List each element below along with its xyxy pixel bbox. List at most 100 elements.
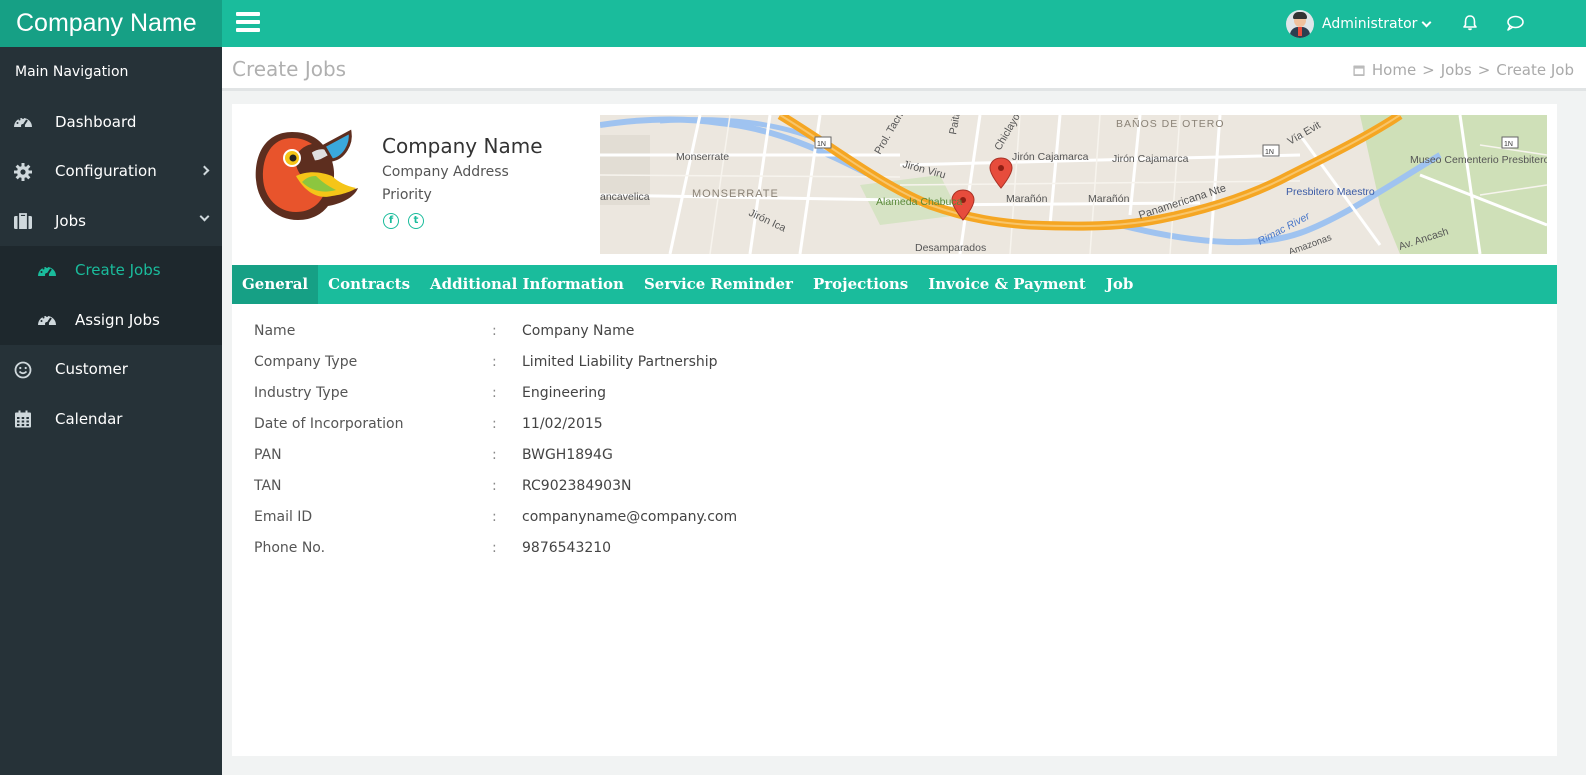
menu-toggle-icon[interactable]: [236, 12, 260, 34]
detail-value: 11/02/2015: [522, 416, 603, 432]
page-title: Create Jobs: [232, 57, 347, 81]
tab-job[interactable]: Job: [1096, 265, 1144, 304]
detail-value: Company Name: [522, 323, 635, 339]
detail-row: PAN : BWGH1894G: [254, 447, 1154, 478]
detail-separator: :: [492, 354, 497, 370]
detail-value: BWGH1894G: [522, 447, 613, 463]
detail-value: 9876543210: [522, 540, 612, 556]
breadcrumb-current: Create Job: [1496, 61, 1574, 79]
breadcrumb: Home > Jobs > Create Job: [1352, 61, 1574, 79]
sidebar-item-label: Create Jobs: [75, 261, 161, 280]
tab-contracts[interactable]: Contracts: [318, 265, 420, 304]
sidebar-item-customer[interactable]: Customer: [0, 345, 222, 395]
user-menu[interactable]: Administrator: [1286, 8, 1432, 40]
tab-additional-information[interactable]: Additional Information: [420, 265, 634, 304]
detail-row: Phone No. : 9876543210: [254, 540, 1154, 571]
user-name: Administrator: [1322, 16, 1418, 32]
brand-logo-text[interactable]: Company Name: [0, 0, 222, 47]
detail-separator: :: [492, 416, 497, 432]
detail-row: TAN : RC902384903N: [254, 478, 1154, 509]
sidebar-item-dashboard[interactable]: Dashboard: [0, 97, 222, 147]
breadcrumb-jobs[interactable]: Jobs: [1441, 61, 1472, 79]
svg-text:Jirón Cajamarca: Jirón Cajamarca: [1112, 153, 1189, 165]
tab-service-reminder[interactable]: Service Reminder: [634, 265, 803, 304]
svg-text:Desamparados: Desamparados: [915, 242, 986, 254]
svg-text:1N: 1N: [1504, 141, 1513, 148]
company-name: Company Name: [382, 134, 543, 158]
nav-heading: Main Navigation: [15, 64, 129, 80]
gear-icon: [14, 162, 32, 181]
calendar-icon: [15, 410, 31, 428]
detail-row: Company Type : Limited Liability Partner…: [254, 354, 1154, 385]
twitter-icon[interactable]: t: [408, 213, 424, 229]
company-panel: Company Name Company Address Priority f …: [232, 104, 1557, 756]
detail-value: companyname@company.com: [522, 509, 738, 525]
sidebar-item-label: Jobs: [55, 211, 86, 230]
breadcrumb-separator: >: [1422, 61, 1435, 79]
detail-separator: :: [492, 478, 497, 494]
tab-general[interactable]: General: [232, 265, 319, 304]
smile-icon: [14, 361, 32, 378]
detail-row: Date of Incorporation : 11/02/2015: [254, 416, 1154, 447]
detail-separator: :: [492, 509, 497, 525]
sidebar-item-calendar[interactable]: Calendar: [0, 394, 222, 444]
dashboard-icon: [14, 117, 32, 128]
dashboard-icon: [38, 315, 56, 326]
jobs-submenu: Create Jobs Assign Jobs: [0, 245, 222, 345]
detail-separator: :: [492, 447, 497, 463]
detail-value: Engineering: [522, 385, 606, 401]
svg-text:Museo Cementerio Presbitero Ma: Museo Cementerio Presbitero Maestro: [1410, 154, 1547, 166]
svg-text:Presbitero Maestro: Presbitero Maestro: [1286, 186, 1375, 198]
sidebar-item-assign-jobs[interactable]: Assign Jobs: [0, 295, 222, 345]
chevron-down-icon: [1421, 17, 1432, 27]
svg-text:Marañón: Marañón: [1088, 193, 1130, 205]
location-map[interactable]: Monserrate MONSERRATE Alameda Chabuca De…: [600, 115, 1547, 254]
breadcrumb-home[interactable]: Home: [1372, 61, 1416, 79]
detail-key: Company Type: [254, 354, 358, 370]
sidebar-item-label: Assign Jobs: [75, 310, 160, 329]
detail-row: Industry Type : Engineering: [254, 385, 1154, 416]
top-bar: Company Name Administrator: [0, 0, 1586, 47]
sidebar-item-create-jobs[interactable]: Create Jobs: [0, 246, 222, 296]
sidebar-item-jobs[interactable]: Jobs: [0, 196, 222, 246]
chevron-right-icon: [199, 165, 210, 175]
sidebar-item-label: Configuration: [55, 162, 157, 181]
sidebar-item-configuration[interactable]: Configuration: [0, 147, 222, 197]
sidebar-item-label: Customer: [55, 360, 128, 379]
dashboard-icon: [38, 265, 56, 277]
detail-key: PAN: [254, 447, 282, 463]
detail-value: RC902384903N: [522, 478, 632, 494]
svg-text:1N: 1N: [1265, 149, 1274, 156]
svg-text:Jirón Cajamarca: Jirón Cajamarca: [1012, 151, 1089, 163]
detail-separator: :: [492, 323, 497, 339]
facebook-icon[interactable]: f: [383, 213, 399, 229]
detail-key: Date of Incorporation: [254, 416, 404, 432]
breadcrumb-separator: >: [1477, 61, 1491, 79]
detail-key: Name: [254, 323, 296, 339]
chevron-down-icon: [199, 211, 210, 222]
general-details: Name : Company Name Company Type : Limit…: [254, 323, 1154, 571]
svg-text:MONSERRATE: MONSERRATE: [692, 188, 779, 200]
bell-icon[interactable]: [1460, 13, 1480, 33]
detail-row: Name : Company Name: [254, 323, 1154, 354]
svg-text:Alameda Chabuca: Alameda Chabuca: [876, 196, 963, 208]
detail-key: TAN: [254, 478, 282, 494]
page-header: Create Jobs Home > Jobs > Create Job: [222, 47, 1586, 91]
calendar-icon: [1353, 65, 1365, 76]
svg-text:Monserrate: Monserrate: [676, 151, 729, 163]
detail-separator: :: [492, 385, 497, 401]
company-address: Company Address: [382, 164, 509, 180]
detail-key: Industry Type: [254, 385, 349, 401]
company-logo: [255, 129, 358, 220]
tab-bar: General Contracts Additional Information…: [232, 265, 1557, 304]
svg-text:BAÑOS DE OTERO: BAÑOS DE OTERO: [1116, 117, 1225, 130]
sidebar: Main Navigation Dashboard Configuration: [0, 47, 222, 775]
tab-projections[interactable]: Projections: [803, 265, 918, 304]
sidebar-item-label: Dashboard: [55, 112, 137, 131]
chat-icon[interactable]: [1505, 13, 1525, 33]
svg-text:1N: 1N: [817, 141, 826, 148]
detail-key: Email ID: [254, 509, 313, 525]
sidebar-item-label: Calendar: [55, 409, 123, 428]
tab-invoice-payment[interactable]: Invoice & Payment: [918, 265, 1096, 304]
detail-row: Email ID : companyname@company.com: [254, 509, 1154, 540]
